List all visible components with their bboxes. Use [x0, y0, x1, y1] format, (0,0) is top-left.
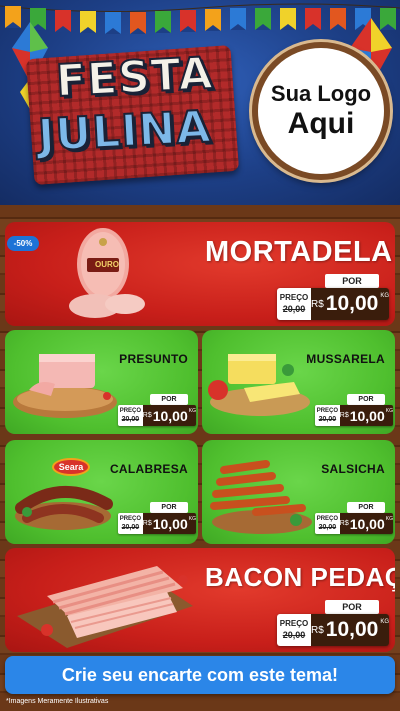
- product-name: PRESUNTO: [119, 352, 188, 366]
- product-name: CALABRESA: [109, 462, 188, 476]
- product-card-calabresa[interactable]: Seara CALABRESA POR PREÇO 20,00 R$ 10,00…: [5, 440, 198, 544]
- header-banner: FESTA JULINA Sua Logo Aqui: [0, 0, 400, 205]
- preco-label: PREÇO: [119, 515, 142, 522]
- preco-label: PREÇO: [279, 619, 309, 628]
- price-tag: POR PREÇO 20,00 R$ 10,00 KG: [118, 394, 196, 426]
- product-card-salsicha[interactable]: SALSICHA POR PREÇO 20,00 R$ 10,00 KG: [202, 440, 395, 544]
- price-tag: POR PREÇO 20,00 R$ 10,00 KG: [277, 274, 389, 322]
- old-price: 20,00: [318, 523, 337, 531]
- product-card-mussarela[interactable]: MUSSARELA POR PREÇO 20,00 R$ 10,00 KG: [202, 330, 395, 434]
- unit: KG: [188, 516, 196, 522]
- currency: R$: [339, 412, 349, 419]
- logo-placeholder[interactable]: Sua Logo Aqui: [252, 42, 390, 180]
- old-price: 20,00: [121, 415, 140, 423]
- preco-label: PREÇO: [279, 293, 309, 302]
- currency: R$: [142, 412, 152, 419]
- currency: R$: [310, 624, 324, 636]
- mortadela-image: [69, 228, 145, 318]
- logo-line1: Sua Logo: [270, 81, 372, 107]
- bacon-image: [17, 566, 193, 648]
- new-price: 10,00: [152, 515, 188, 532]
- unit: KG: [380, 293, 389, 299]
- new-price: 10,00: [349, 515, 385, 532]
- product-name: BACON PEDAÇO: [205, 562, 395, 592]
- por-label: POR: [347, 394, 385, 405]
- new-price: 10,00: [152, 407, 188, 424]
- product-card-presunto[interactable]: PRESUNTO POR PREÇO 20,00 R$ 10,00 KG: [5, 330, 198, 434]
- old-price: 20,00: [282, 304, 306, 314]
- product-name: MUSSARELA: [306, 352, 385, 366]
- old-price: 20,00: [318, 415, 337, 423]
- product-card-mortadela[interactable]: OURO MORTADELA POR PREÇO 20,00 R$ 10,00 …: [5, 222, 395, 326]
- discount-badge: -50%: [7, 236, 39, 251]
- disclaimer-text: *Imagens Meramente Ilustrativas: [6, 698, 109, 705]
- product-name: SALSICHA: [321, 462, 385, 476]
- bunting-flags-icon: [0, 3, 400, 34]
- currency: R$: [142, 520, 152, 527]
- new-price: 10,00: [325, 618, 379, 641]
- product-card-bacon[interactable]: BACON PEDAÇO POR PREÇO 20,00 R$ 10,00 KG: [5, 548, 395, 652]
- unit: KG: [188, 408, 196, 414]
- por-label: POR: [325, 274, 379, 288]
- por-label: POR: [347, 502, 385, 513]
- old-price: 20,00: [282, 630, 306, 640]
- preco-label: PREÇO: [316, 407, 339, 414]
- currency: R$: [310, 298, 324, 310]
- unit: KG: [385, 516, 393, 522]
- por-label: POR: [150, 502, 188, 513]
- create-flyer-button[interactable]: Crie seu encarte com este tema!: [5, 656, 395, 694]
- new-price: 10,00: [349, 407, 385, 424]
- product-name: MORTADELA: [205, 236, 393, 268]
- unit: KG: [380, 619, 389, 625]
- price-tag: POR PREÇO 20,00 R$ 10,00 KG: [277, 600, 389, 648]
- preco-label: PREÇO: [119, 407, 142, 414]
- new-price: 10,00: [325, 292, 379, 315]
- por-label: POR: [325, 600, 379, 614]
- currency: R$: [339, 520, 349, 527]
- presunto-image: [13, 354, 117, 418]
- title-julina: JULINA: [36, 100, 214, 162]
- price-tag: POR PREÇO 20,00 R$ 10,00 KG: [315, 502, 393, 534]
- price-tag: POR PREÇO 20,00 R$ 10,00 KG: [118, 502, 196, 534]
- title-festa: FESTA: [54, 47, 216, 108]
- unit: KG: [385, 408, 393, 414]
- salsicha-image: [210, 460, 312, 534]
- old-price: 20,00: [121, 523, 140, 531]
- brand-label: OURO: [95, 260, 119, 269]
- mussarela-image: [208, 354, 310, 416]
- logo-line2: Aqui: [287, 106, 355, 140]
- price-tag: POR PREÇO 20,00 R$ 10,00 KG: [315, 394, 393, 426]
- brand-label: Seara: [58, 462, 84, 472]
- por-label: POR: [150, 394, 188, 405]
- brand-logo: Seara: [52, 458, 90, 476]
- preco-label: PREÇO: [316, 515, 339, 522]
